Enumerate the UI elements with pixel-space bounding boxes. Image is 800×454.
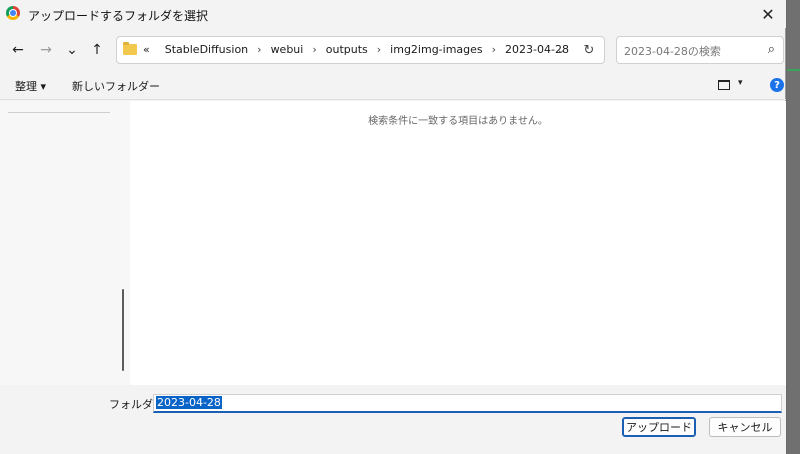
breadcrumb-separator[interactable]: ›	[377, 43, 381, 56]
breadcrumb-separator[interactable]: ›	[257, 43, 261, 56]
chrome-icon	[6, 6, 20, 20]
back-arrow-icon[interactable]: ←	[8, 40, 28, 60]
search-input[interactable]: 2023-04-28の検索 ⌕	[616, 36, 784, 64]
folder-picker-dialog: アップロードするフォルダを選択 ✕ ← → ⌄ ↑ « StableDiffus…	[0, 0, 786, 454]
cancel-button[interactable]: キャンセル	[709, 417, 781, 437]
dialog-footer: フォルダー: 2023-04-28 アップロード キャンセル	[0, 385, 786, 454]
command-bar: 整理 ▾ 新しいフォルダー ▾ ?	[0, 72, 786, 100]
background-window-edge	[787, 0, 800, 454]
dialog-title: アップロードするフォルダを選択	[28, 9, 209, 23]
folder-name-input[interactable]: 2023-04-28	[153, 394, 782, 413]
nav-divider	[8, 112, 110, 113]
folder-name-value: 2023-04-28	[156, 396, 222, 409]
close-button[interactable]: ✕	[750, 0, 786, 28]
chevron-down-icon[interactable]: ⌄	[62, 40, 82, 60]
search-placeholder: 2023-04-28の検索	[624, 45, 721, 58]
refresh-icon[interactable]: ↻	[581, 42, 597, 58]
file-list-pane: 検索条件に一致する項目はありません。	[130, 101, 786, 385]
breadcrumb-img2img-images[interactable]: img2img-images	[390, 43, 482, 56]
up-arrow-icon[interactable]: ↑	[87, 40, 107, 60]
help-icon[interactable]: ?	[770, 78, 784, 92]
address-dropdown-icon[interactable]: ⌄	[553, 42, 569, 58]
folder-icon	[123, 42, 137, 55]
forward-arrow-icon[interactable]: →	[36, 40, 56, 60]
navigation-bar: ← → ⌄ ↑ « StableDiffusion › webui › outp…	[0, 28, 786, 72]
nav-scrollbar[interactable]	[122, 289, 124, 371]
address-bar[interactable]: « StableDiffusion › webui › outputs › im…	[116, 36, 605, 64]
navigation-pane	[0, 101, 130, 385]
breadcrumb-separator[interactable]: ›	[312, 43, 316, 56]
breadcrumb-webui[interactable]: webui	[271, 43, 304, 56]
organize-menu-button[interactable]: 整理 ▾	[15, 78, 46, 94]
empty-results-message: 検索条件に一致する項目はありません。	[368, 116, 548, 127]
search-icon[interactable]: ⌕	[768, 42, 775, 57]
breadcrumb-stablediffusion[interactable]: StableDiffusion	[165, 43, 248, 56]
breadcrumb-separator[interactable]: ›	[492, 43, 496, 56]
breadcrumb-outputs[interactable]: outputs	[326, 43, 368, 56]
title-bar: アップロードするフォルダを選択 ✕	[0, 0, 786, 28]
view-mode-icon[interactable]	[718, 80, 730, 90]
breadcrumb: « StableDiffusion › webui › outputs › im…	[143, 43, 569, 56]
new-folder-button[interactable]: 新しいフォルダー	[72, 78, 160, 94]
breadcrumb-overflow[interactable]: «	[143, 43, 150, 56]
upload-button[interactable]: アップロード	[622, 417, 696, 437]
view-dropdown-icon[interactable]: ▾	[738, 78, 743, 88]
